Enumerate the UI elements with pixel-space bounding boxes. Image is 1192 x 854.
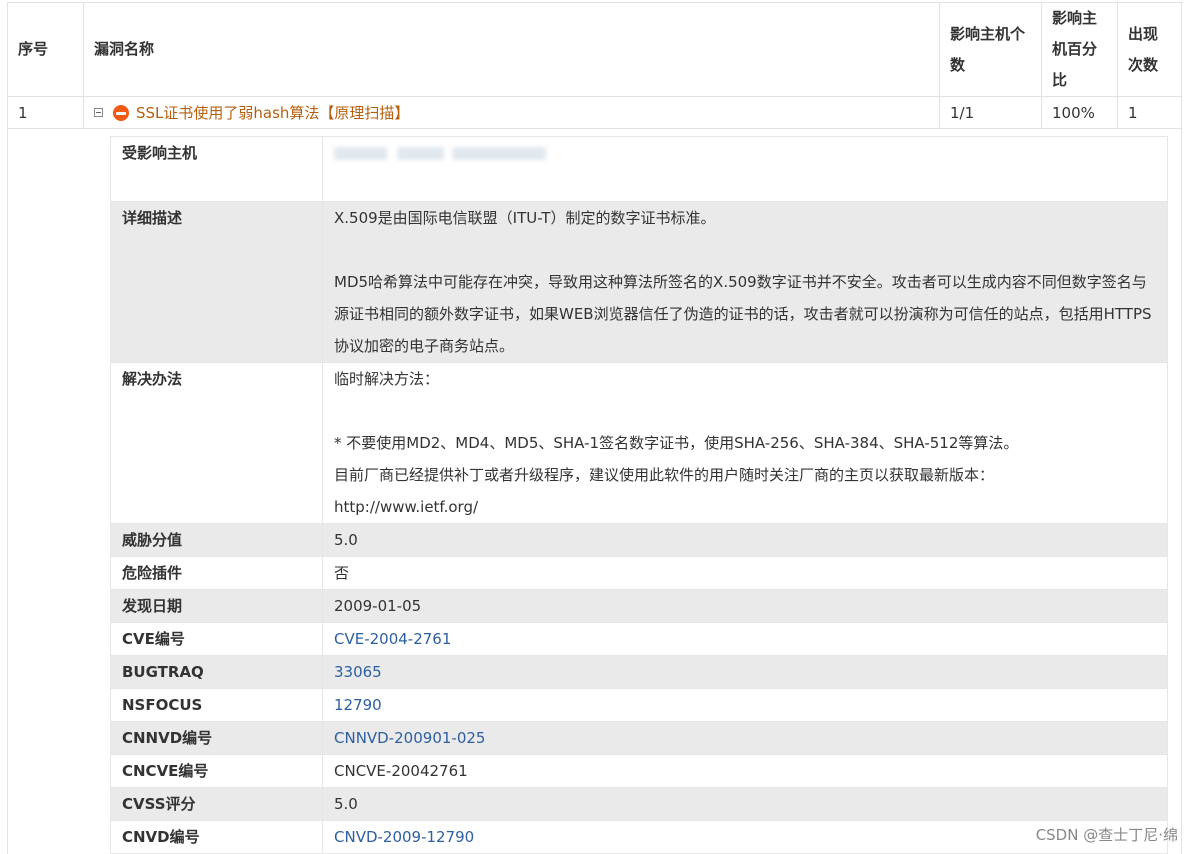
- header-seq: 序号: [8, 3, 84, 97]
- detail-row-bugtraq: BUGTRAQ 33065: [111, 656, 1168, 689]
- vuln-occurrences: 1: [1118, 97, 1182, 129]
- detail-row-solution: 解决办法 临时解决方法： * 不要使用MD2、MD4、MD5、SHA-1签名数字…: [111, 363, 1168, 524]
- threat-score-value: 5.0: [323, 524, 1168, 557]
- vuln-name-link[interactable]: SSL证书使用了弱hash算法【原理扫描】: [136, 103, 409, 123]
- description-p1: X.509是由国际电信联盟（ITU-T）制定的数字证书标准。: [334, 202, 1156, 234]
- detail-row-affected-host: 受影响主机: [111, 137, 1168, 202]
- found-date-label: 发现日期: [111, 590, 323, 623]
- cve-label: CVE编号: [111, 623, 323, 656]
- solution-p2: * 不要使用MD2、MD4、MD5、SHA-1签名数字证书，使用SHA-256、…: [334, 427, 1156, 459]
- detail-row-cncve: CNCVE编号 CNCVE-20042761: [111, 755, 1168, 788]
- cnnvd-value[interactable]: CNNVD-200901-025: [323, 722, 1168, 755]
- vuln-report: 序号 漏洞名称 影响主机个数 影响主机百分比 出现次数 1 SSL证书使用了弱h…: [7, 2, 1181, 851]
- threat-score-label: 威胁分值: [111, 524, 323, 557]
- bugtraq-label: BUGTRAQ: [111, 656, 323, 689]
- bugtraq-value[interactable]: 33065: [323, 656, 1168, 689]
- cvss-label: CVSS评分: [111, 788, 323, 821]
- nsfocus-value[interactable]: 12790: [323, 689, 1168, 722]
- description-label: 详细描述: [111, 202, 323, 363]
- solution-value: 临时解决方法： * 不要使用MD2、MD4、MD5、SHA-1签名数字证书，使用…: [323, 363, 1168, 524]
- detail-row-cnvd: CNVD编号 CNVD-2009-12790: [111, 821, 1168, 854]
- detail-row-cve: CVE编号 CVE-2004-2761: [111, 623, 1168, 656]
- description-p2: MD5哈希算法中可能存在冲突，导致用这种算法所签名的X.509数字证书并不安全。…: [334, 266, 1156, 362]
- detail-container: 受影响主机 详细描述 X.509是由国际电信联盟（ITU-T）制定的数字证书标准…: [8, 129, 1182, 854]
- cve-value[interactable]: CVE-2004-2761: [323, 623, 1168, 656]
- detail-row-found-date: 发现日期 2009-01-05: [111, 590, 1168, 623]
- affected-host-label: 受影响主机: [111, 137, 323, 202]
- table-row: 1 SSL证书使用了弱hash算法【原理扫描】 1/1 100% 1: [8, 97, 1182, 129]
- detail-row-description: 详细描述 X.509是由国际电信联盟（ITU-T）制定的数字证书标准。 MD5哈…: [111, 202, 1168, 363]
- cnvd-label: CNVD编号: [111, 821, 323, 854]
- detail-row-nsfocus: NSFOCUS 12790: [111, 689, 1168, 722]
- vuln-host-count: 1/1: [940, 97, 1042, 129]
- solution-p1: 临时解决方法：: [334, 363, 1156, 395]
- solution-p3: 目前厂商已经提供补丁或者升级程序，建议使用此软件的用户随时关注厂商的主页以获取最…: [334, 459, 1156, 491]
- found-date-value: 2009-01-05: [323, 590, 1168, 623]
- nsfocus-label: NSFOCUS: [111, 689, 323, 722]
- header-name: 漏洞名称: [84, 3, 940, 97]
- cncve-label: CNCVE编号: [111, 755, 323, 788]
- header-occurrences: 出现次数: [1118, 3, 1182, 97]
- solution-p4: http://www.ietf.org/: [334, 491, 1156, 523]
- header-host-pct: 影响主机百分比: [1042, 3, 1118, 97]
- cncve-value: CNCVE-20042761: [323, 755, 1168, 788]
- vuln-seq: 1: [8, 97, 84, 129]
- vuln-name-cell: SSL证书使用了弱hash算法【原理扫描】: [84, 97, 940, 129]
- danger-plugin-value: 否: [323, 557, 1168, 590]
- header-host-count: 影响主机个数: [940, 3, 1042, 97]
- collapse-icon[interactable]: [94, 108, 103, 117]
- detail-row-cvss: CVSS评分 5.0: [111, 788, 1168, 821]
- redacted-host-blur: [334, 147, 546, 160]
- cvss-value: 5.0: [323, 788, 1168, 821]
- table-header-row: 序号 漏洞名称 影响主机个数 影响主机百分比 出现次数: [8, 3, 1182, 97]
- danger-minus-icon: [113, 105, 129, 121]
- vuln-table: 序号 漏洞名称 影响主机个数 影响主机百分比 出现次数 1 SSL证书使用了弱h…: [7, 2, 1182, 854]
- cnnvd-label: CNNVD编号: [111, 722, 323, 755]
- detail-table: 受影响主机 详细描述 X.509是由国际电信联盟（ITU-T）制定的数字证书标准…: [110, 136, 1168, 854]
- affected-host-value: [323, 137, 1168, 202]
- danger-plugin-label: 危险插件: [111, 557, 323, 590]
- watermark: CSDN @查士丁尼·绵: [1036, 824, 1178, 845]
- detail-row-threat-score: 威胁分值 5.0: [111, 524, 1168, 557]
- detail-row: 受影响主机 详细描述 X.509是由国际电信联盟（ITU-T）制定的数字证书标准…: [8, 129, 1182, 854]
- detail-row-cnnvd: CNNVD编号 CNNVD-200901-025: [111, 722, 1168, 755]
- solution-label: 解决办法: [111, 363, 323, 524]
- vuln-host-pct: 100%: [1042, 97, 1118, 129]
- description-value: X.509是由国际电信联盟（ITU-T）制定的数字证书标准。 MD5哈希算法中可…: [323, 202, 1168, 363]
- detail-row-danger-plugin: 危险插件 否: [111, 557, 1168, 590]
